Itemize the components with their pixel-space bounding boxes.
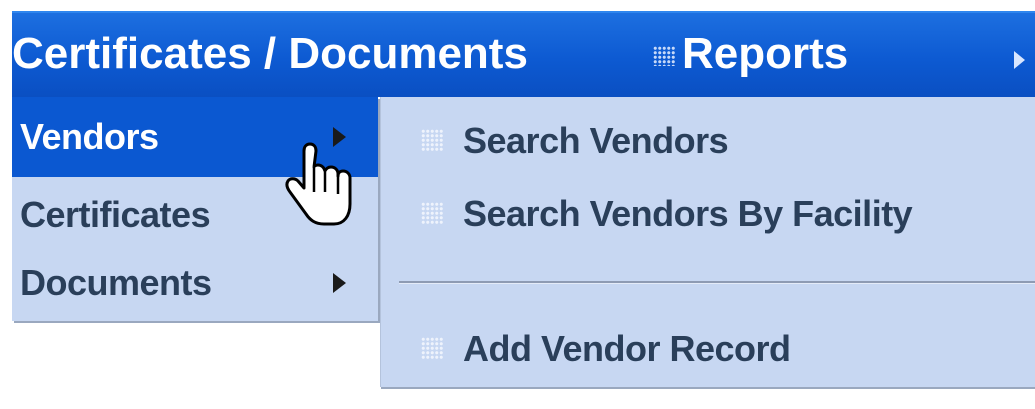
vendors-submenu: Search Vendors Search Vendors By Facilit… bbox=[381, 97, 1035, 387]
submenu-item-label: Search Vendors By Facility bbox=[463, 193, 913, 234]
page: Certificates / Documents Reports Vendors… bbox=[0, 0, 1035, 409]
submenu-item-label: Search Vendors bbox=[463, 120, 729, 161]
submenu-arrow-icon bbox=[333, 273, 346, 293]
arrow-next-icon[interactable] bbox=[1014, 51, 1025, 69]
submenu-item-label: Add Vendor Record bbox=[463, 328, 791, 369]
dropdown-item-certificates[interactable]: Certificates bbox=[12, 177, 378, 253]
submenu-arrow-icon bbox=[333, 127, 346, 147]
dropdown-item-label: Vendors bbox=[20, 116, 159, 157]
menu-reports[interactable]: Reports bbox=[682, 26, 848, 82]
submenu-divider bbox=[399, 281, 1035, 284]
grip-icon bbox=[421, 129, 443, 151]
vendors-dropdown-menu: Vendors Certificates Documents bbox=[12, 97, 378, 321]
dropdown-item-documents[interactable]: Documents bbox=[12, 245, 378, 321]
dropdown-item-label: Documents bbox=[20, 262, 212, 303]
grip-icon bbox=[653, 46, 675, 66]
dropdown-item-label: Certificates bbox=[20, 194, 211, 235]
grip-icon bbox=[421, 337, 443, 359]
submenu-item-add-vendor-record[interactable]: Add Vendor Record bbox=[381, 317, 1035, 381]
submenu-item-search-vendors-by-facility[interactable]: Search Vendors By Facility bbox=[381, 182, 1035, 246]
dropdown-item-vendors[interactable]: Vendors bbox=[12, 97, 378, 177]
grip-icon bbox=[421, 202, 443, 224]
top-menubar: Certificates / Documents Reports bbox=[12, 11, 1035, 97]
submenu-item-search-vendors[interactable]: Search Vendors bbox=[381, 109, 1035, 173]
menu-certificates-documents[interactable]: Certificates / Documents bbox=[12, 26, 528, 82]
